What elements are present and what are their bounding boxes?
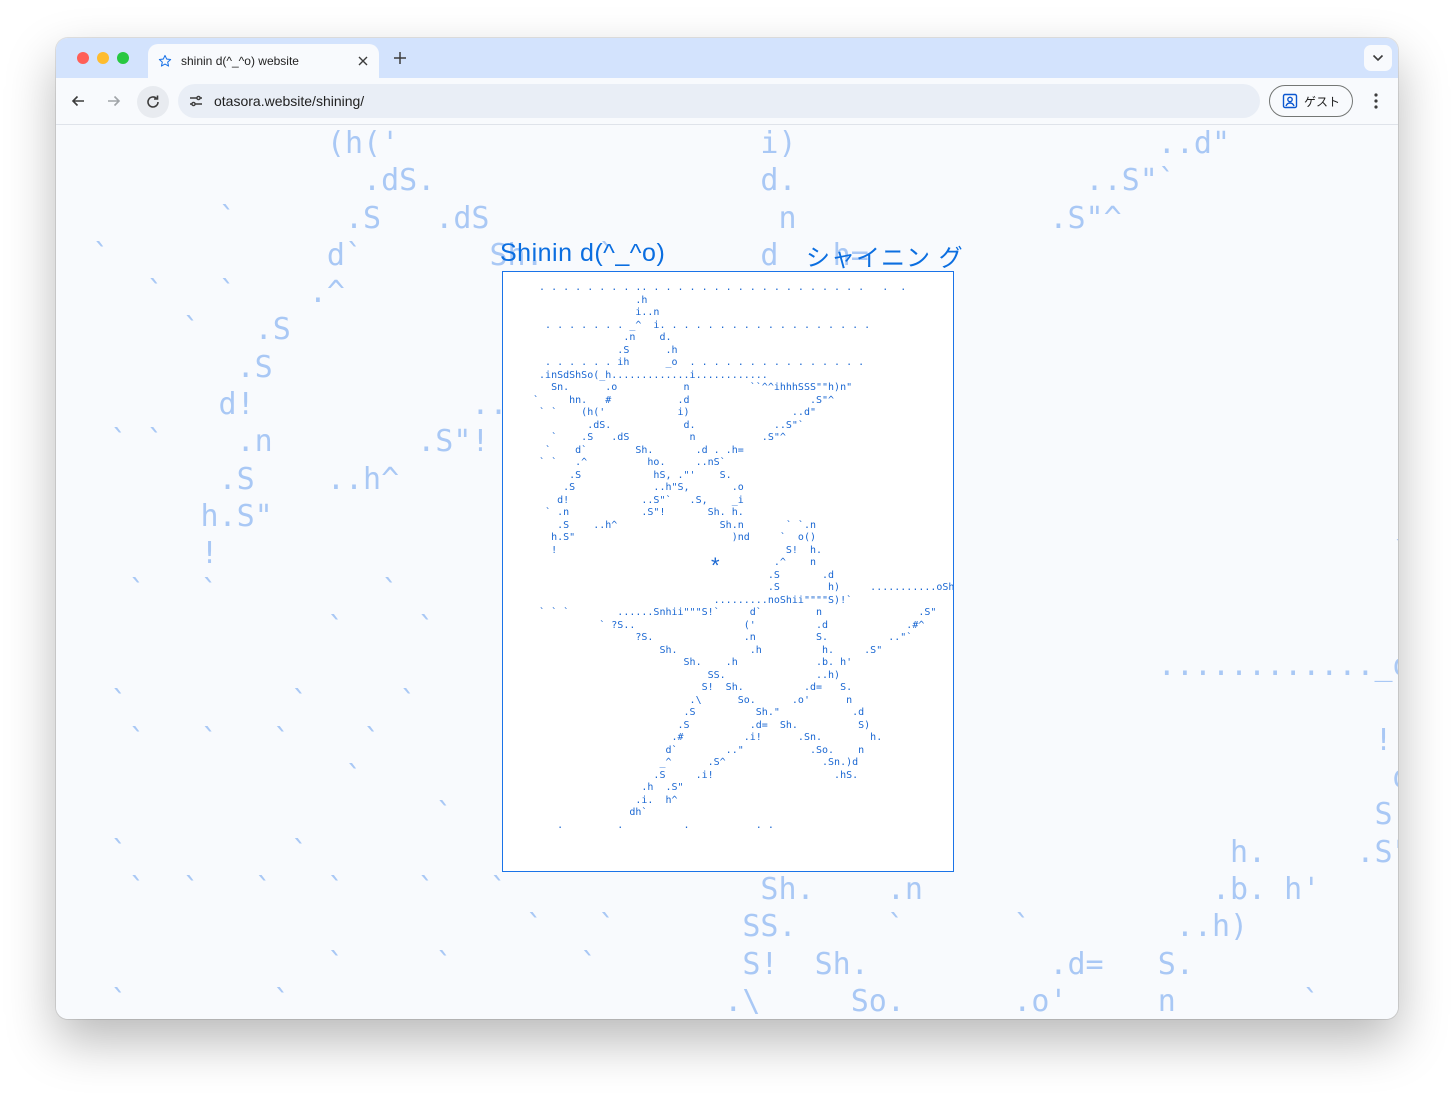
close-window-button[interactable] — [77, 52, 89, 64]
arrow-left-icon[interactable] — [67, 90, 89, 112]
star-icon — [158, 54, 172, 68]
page-title: Shinin d(^_^o) — [500, 239, 666, 267]
fullscreen-window-button[interactable] — [117, 52, 129, 64]
browser-window: shinin d(^_^o) website otasora.website/s… — [56, 38, 1398, 1019]
person-icon — [1282, 93, 1298, 109]
kebab-menu-icon[interactable] — [1366, 90, 1386, 112]
tab-strip: shinin d(^_^o) website — [56, 38, 1398, 78]
page-title-japanese: シャイニン グ — [806, 245, 964, 272]
star-mark: * — [711, 553, 720, 578]
ascii-art-panel: . . . . . . . . .. . . . . . . . . . . .… — [502, 271, 954, 872]
tab-title: shinin d(^_^o) website — [181, 54, 299, 68]
url-text[interactable]: otasora.website/shining/ — [214, 93, 364, 109]
site-settings-icon[interactable] — [188, 93, 204, 109]
arrow-right-icon[interactable] — [103, 90, 125, 112]
ascii-art: . . . . . . . . .. . . . . . . . . . . .… — [533, 282, 954, 831]
tab-active[interactable]: shinin d(^_^o) website — [148, 44, 379, 78]
minimize-window-button[interactable] — [97, 52, 109, 64]
chevron-down-icon[interactable] — [1364, 45, 1392, 71]
plus-icon[interactable] — [391, 49, 409, 67]
guest-profile-button[interactable]: ゲスト — [1269, 85, 1353, 117]
reload-icon[interactable] — [137, 86, 169, 118]
address-bar[interactable]: otasora.website/shining/ — [178, 84, 1260, 118]
page-content: (h(' i) ..d" .dS. d. ..S"` ` .S .dS n .S… — [56, 125, 1398, 1019]
toolbar: otasora.website/shining/ ゲスト — [56, 78, 1398, 125]
close-icon[interactable] — [355, 53, 371, 69]
guest-label: ゲスト — [1304, 94, 1341, 109]
